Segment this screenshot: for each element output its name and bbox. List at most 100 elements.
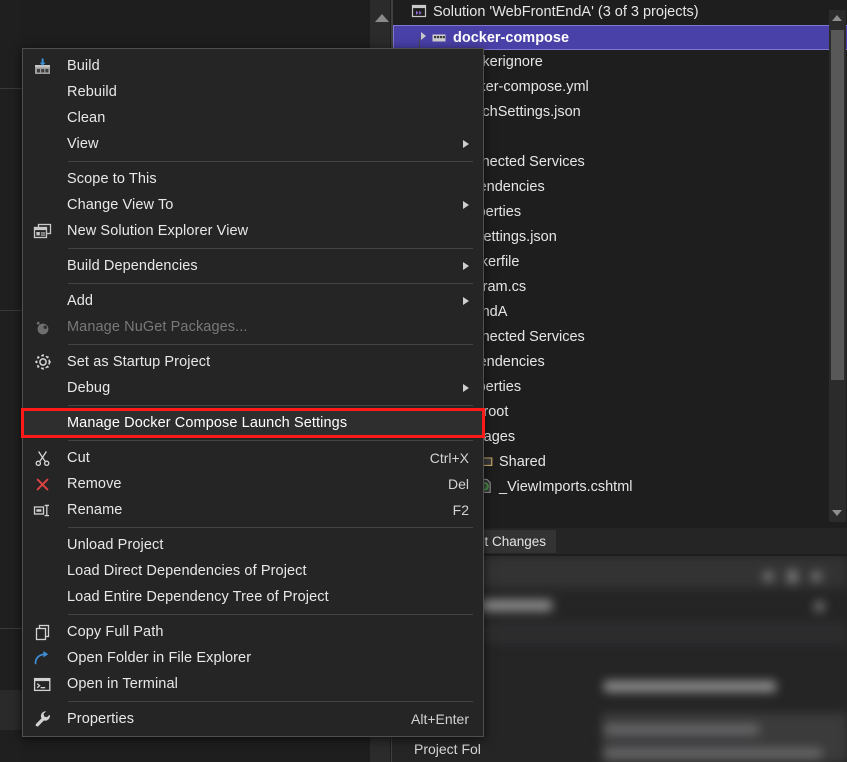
menu-item-icon-slot <box>23 645 62 671</box>
build-icon <box>34 58 51 75</box>
menu-item-label: Rebuild <box>62 79 483 105</box>
tree-expander-icon[interactable] <box>421 32 426 40</box>
menu-item-manage-docker-compose-launch-settings[interactable]: Manage Docker Compose Launch Settings <box>23 410 483 436</box>
copy-icon <box>34 624 51 641</box>
menu-item-new-solution-explorer-view[interactable]: New Solution Explorer View <box>23 218 483 244</box>
submenu-arrow-icon <box>457 384 483 392</box>
menu-item-icon-slot <box>23 532 62 558</box>
menu-item-load-entire-dependency-tree-of-project[interactable]: Load Entire Dependency Tree of Project <box>23 584 483 610</box>
project-context-menu[interactable]: BuildRebuildCleanView Scope to ThisChange… <box>22 48 484 737</box>
menu-item-icon-slot <box>23 314 62 340</box>
menu-item-label: Set as Startup Project <box>62 349 483 375</box>
gear-icon <box>34 353 52 371</box>
tree-row[interactable]: Solution 'WebFrontEndA' (3 of 3 projects… <box>393 0 847 25</box>
left-divider-1 <box>0 88 22 89</box>
tree-row-selected[interactable]: docker-compose <box>393 25 847 50</box>
menu-item-label: Load Direct Dependencies of Project <box>62 558 483 584</box>
menu-item-properties[interactable]: PropertiesAlt+Enter <box>23 706 483 732</box>
left-divider-2 <box>0 310 22 311</box>
menu-item-icon-slot <box>23 253 62 279</box>
menu-item-change-view-to[interactable]: Change View To <box>23 192 483 218</box>
menu-item-build[interactable]: Build <box>23 53 483 79</box>
menu-separator <box>68 344 473 345</box>
menu-item-label: Rename <box>62 497 453 523</box>
menu-item-icon-slot <box>23 445 62 471</box>
rename-icon <box>33 502 52 519</box>
menu-item-label: Build <box>62 53 483 79</box>
tree-row-label: Shared <box>499 454 546 470</box>
menu-item-cut[interactable]: CutCtrl+X <box>23 445 483 471</box>
submenu-arrow-icon <box>457 201 483 209</box>
submenu-arrow-icon <box>457 262 483 270</box>
menu-item-label: Properties <box>62 706 411 732</box>
menu-item-label: View <box>62 131 457 157</box>
menu-separator <box>68 248 473 249</box>
editor-scroll-up-arrow[interactable] <box>375 14 389 22</box>
menu-item-open-in-terminal[interactable]: Open in Terminal <box>23 671 483 697</box>
menu-item-label: Open in Terminal <box>62 671 483 697</box>
menu-item-manage-nuget-packages: Manage NuGet Packages... <box>23 314 483 340</box>
menu-item-label: Copy Full Path <box>62 619 483 645</box>
menu-item-set-as-startup-project[interactable]: Set as Startup Project <box>23 349 483 375</box>
menu-item-debug[interactable]: Debug <box>23 375 483 401</box>
menu-item-icon-slot <box>23 218 62 244</box>
menu-item-icon-slot <box>23 410 62 436</box>
open-folder-icon <box>33 650 52 667</box>
docker-compose-icon <box>431 29 447 45</box>
remove-icon <box>34 476 51 493</box>
new-solution-explorer-view-icon <box>33 223 52 240</box>
menu-item-rebuild[interactable]: Rebuild <box>23 79 483 105</box>
menu-item-label: Add <box>62 288 457 314</box>
menu-item-label: Scope to This <box>62 166 483 192</box>
menu-item-open-folder-in-file-explorer[interactable]: Open Folder in File Explorer <box>23 645 483 671</box>
scroll-up-arrow[interactable] <box>829 10 846 27</box>
tree-row-label: Solution 'WebFrontEndA' (3 of 3 projects… <box>433 4 699 20</box>
menu-item-unload-project[interactable]: Unload Project <box>23 532 483 558</box>
menu-item-remove[interactable]: RemoveDel <box>23 471 483 497</box>
properties-project-folder-label: Project Fol <box>414 741 481 757</box>
menu-item-build-dependencies[interactable]: Build Dependencies <box>23 253 483 279</box>
menu-item-label: Manage NuGet Packages... <box>62 314 483 340</box>
menu-item-label: New Solution Explorer View <box>62 218 483 244</box>
menu-item-icon-slot <box>23 558 62 584</box>
tree-row-label: docker-compose <box>453 30 569 46</box>
menu-item-label: Unload Project <box>62 532 483 558</box>
menu-separator <box>68 527 473 528</box>
menu-item-icon-slot <box>23 497 62 523</box>
menu-item-clean[interactable]: Clean <box>23 105 483 131</box>
left-background-strip <box>0 0 22 762</box>
cut-icon <box>34 450 51 467</box>
menu-item-icon-slot <box>23 349 62 375</box>
menu-separator <box>68 440 473 441</box>
menu-item-add[interactable]: Add <box>23 288 483 314</box>
menu-item-icon-slot <box>23 706 62 732</box>
menu-item-label: Cut <box>62 445 430 471</box>
scrollbar-thumb[interactable] <box>831 30 844 380</box>
menu-item-icon-slot <box>23 584 62 610</box>
menu-item-rename[interactable]: RenameF2 <box>23 497 483 523</box>
menu-item-load-direct-dependencies-of-project[interactable]: Load Direct Dependencies of Project <box>23 558 483 584</box>
menu-item-shortcut: Ctrl+X <box>430 445 483 471</box>
menu-item-label: Remove <box>62 471 448 497</box>
scroll-down-arrow[interactable] <box>829 505 846 522</box>
nuget-icon <box>34 319 51 336</box>
menu-item-icon-slot <box>23 105 62 131</box>
menu-item-label: Change View To <box>62 192 457 218</box>
menu-item-label: Clean <box>62 105 483 131</box>
submenu-arrow-icon <box>457 297 483 305</box>
menu-separator <box>68 161 473 162</box>
menu-item-view[interactable]: View <box>23 131 483 157</box>
menu-item-label: Manage Docker Compose Launch Settings <box>62 410 483 436</box>
menu-item-shortcut: Alt+Enter <box>411 706 483 732</box>
menu-item-icon-slot <box>23 471 62 497</box>
menu-item-label: Open Folder in File Explorer <box>62 645 483 671</box>
menu-item-icon-slot <box>23 671 62 697</box>
terminal-icon <box>33 676 52 693</box>
tree-row-label: _ViewImports.cshtml <box>499 479 633 495</box>
solution-explorer-scrollbar[interactable] <box>829 10 846 522</box>
menu-item-copy-full-path[interactable]: Copy Full Path <box>23 619 483 645</box>
menu-item-label: Debug <box>62 375 457 401</box>
menu-item-scope-to-this[interactable]: Scope to This <box>23 166 483 192</box>
menu-item-shortcut: Del <box>448 471 483 497</box>
menu-item-label: Build Dependencies <box>62 253 457 279</box>
